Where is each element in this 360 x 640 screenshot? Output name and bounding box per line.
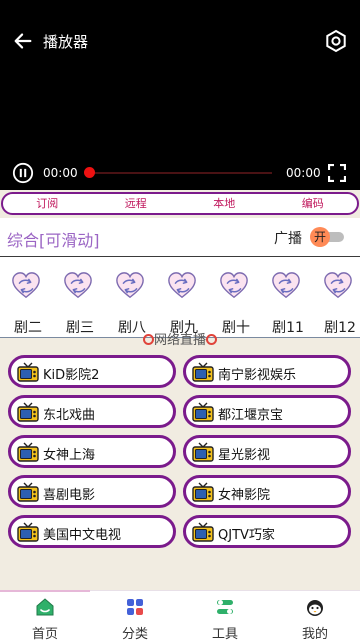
pause-icon[interactable] (12, 162, 34, 184)
stream-label: KiD影院2 (43, 368, 100, 383)
tv-icon (17, 522, 39, 542)
stream-label: 女神影院 (218, 488, 271, 503)
channel-item[interactable]: 剧九 (164, 269, 204, 336)
stream-label: 都江堰京宝 (218, 408, 284, 423)
channel-item[interactable]: 剧八 (112, 269, 152, 336)
heart-tv-icon (63, 271, 93, 301)
active-tab-indicator (0, 590, 90, 592)
channel-item[interactable]: 剧十 (216, 269, 256, 336)
broadcast-toggle[interactable]: 开 (310, 227, 344, 247)
heart-tv-icon (167, 271, 197, 301)
broadcast-label: 广播 (274, 231, 302, 247)
tab-local[interactable]: 本地 (180, 194, 269, 213)
tv-icon (192, 482, 214, 502)
nav-category[interactable]: 分类 (90, 595, 180, 640)
nav-profile[interactable]: 我的 (270, 595, 360, 640)
red-circle-icon (142, 334, 154, 345)
player-top-bar: 播放器 (0, 24, 360, 60)
profile-icon (307, 600, 323, 616)
tv-icon (192, 442, 214, 462)
stream-label: 喜剧电影 (43, 488, 96, 503)
stream-item[interactable]: 星光影视 (183, 435, 351, 468)
heart-tv-icon (219, 271, 249, 301)
stream-label: 南宁影视娱乐 (218, 368, 297, 383)
tv-icon (17, 442, 39, 462)
heart-tv-icon (323, 271, 353, 301)
seek-bar[interactable] (90, 172, 272, 174)
video-player[interactable]: 播放器 00:00 00:00 (0, 0, 360, 190)
nav-home[interactable]: 首页 (0, 595, 90, 640)
channel-item[interactable]: 剧二 (8, 269, 48, 336)
channel-item[interactable]: 剧三 (60, 269, 100, 336)
tv-icon (192, 362, 214, 382)
stream-label: 星光影视 (218, 448, 271, 463)
seek-thumb[interactable] (84, 167, 95, 178)
stream-item[interactable]: 女神影院 (183, 475, 351, 508)
duration-time: 00:00 (286, 166, 321, 180)
stream-label: 东北戏曲 (43, 408, 96, 423)
tv-icon (17, 362, 39, 382)
fullscreen-icon[interactable] (328, 164, 346, 182)
bottom-nav: 首页 分类 工具 我的 (0, 590, 360, 640)
stream-item[interactable]: 女神上海 (8, 435, 176, 468)
source-tabs: 订阅 远程 本地 编码 (1, 192, 359, 215)
channel-strip: 剧二 剧三 剧八 剧九 剧十 剧11 剧12 (0, 257, 360, 337)
tab-remote[interactable]: 远程 (92, 194, 181, 213)
section-title: 网络直播 (153, 333, 206, 348)
player-title: 播放器 (43, 33, 89, 51)
stream-item[interactable]: 美国中文电视 (8, 515, 176, 548)
nav-label: 首页 (31, 627, 58, 640)
tv-icon (17, 402, 39, 422)
heart-tv-icon (11, 271, 41, 301)
stream-item[interactable]: QJTV巧家 (183, 515, 351, 548)
tv-icon (17, 482, 39, 502)
stream-item[interactable]: 喜剧电影 (8, 475, 176, 508)
nav-tools[interactable]: 工具 (180, 595, 270, 640)
category-row: 综合[可滑动] 广播 开 (0, 218, 360, 256)
toggle-knob: 开 (310, 227, 330, 247)
tv-icon (192, 522, 214, 542)
red-circle-icon (206, 334, 217, 345)
channel-item[interactable]: 剧12 (320, 269, 360, 336)
category-icon (127, 599, 143, 615)
section-header: 网络直播 (0, 329, 360, 348)
heart-tv-icon (271, 271, 301, 301)
stream-label: QJTV巧家 (218, 528, 275, 543)
current-time: 00:00 (43, 166, 78, 180)
stream-item[interactable]: KiD影院2 (8, 355, 176, 388)
tab-encoding[interactable]: 编码 (269, 194, 358, 213)
settings-icon[interactable] (324, 29, 348, 53)
stream-item[interactable]: 南宁影视娱乐 (183, 355, 351, 388)
tv-icon (192, 402, 214, 422)
nav-label: 分类 (121, 627, 148, 640)
heart-tv-icon (115, 271, 145, 301)
home-icon (36, 598, 54, 616)
tab-subscribe[interactable]: 订阅 (3, 194, 92, 213)
player-controls: 00:00 00:00 (0, 160, 360, 186)
stream-label: 女神上海 (43, 448, 96, 463)
nav-label: 我的 (301, 627, 328, 640)
stream-item[interactable]: 东北戏曲 (8, 395, 176, 428)
tools-icon (217, 600, 233, 614)
stream-item[interactable]: 都江堰京宝 (183, 395, 351, 428)
back-arrow-icon[interactable] (12, 30, 34, 52)
category-title[interactable]: 综合[可滑动] (7, 227, 100, 251)
nav-label: 工具 (211, 627, 238, 640)
channel-item[interactable]: 剧11 (268, 269, 308, 336)
stream-label: 美国中文电视 (43, 528, 122, 543)
